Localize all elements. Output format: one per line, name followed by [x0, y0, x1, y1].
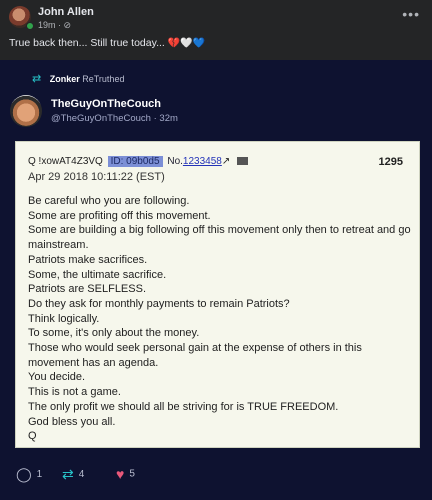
retruth-count: 4 — [78, 469, 85, 481]
q-post-body: Be careful who you are following. Some a… — [28, 194, 413, 444]
q-line: Some are building a big following off th… — [28, 224, 411, 252]
white-heart-emoji: 🤍 — [180, 38, 193, 49]
q-line: To some, it's only about the money. — [28, 327, 200, 340]
reply-count: 1 — [36, 469, 43, 481]
q-poster: Q !xowAT4Z3VQ — [28, 156, 103, 167]
q-post-number-link[interactable]: 1233458 — [183, 156, 222, 167]
retruth-label: ReTruthed — [82, 74, 125, 84]
post-time[interactable]: 19m — [38, 20, 56, 30]
retruth-user[interactable]: Zonker — [50, 74, 80, 84]
like-count: 5 — [129, 468, 135, 480]
q-line: Patriots are SELFLESS. — [28, 283, 146, 296]
online-status-icon — [26, 22, 34, 30]
q-line: Think logically. — [28, 312, 100, 325]
q-line: Patriots make sacrifices. — [28, 253, 148, 266]
post-text: True back then... Still true today... 💔🤍… — [9, 37, 205, 49]
author-display-name[interactable]: TheGuyOnTheCouch — [51, 98, 161, 110]
q-no-label: No. — [167, 156, 183, 167]
retruth-icon: ⇄ — [32, 73, 42, 85]
poster-name[interactable]: John Allen — [38, 6, 94, 18]
q-line: Those who would seek personal gain at th… — [28, 342, 362, 369]
retruth-count-icon: ⇄ — [62, 466, 74, 482]
q-line: Q — [28, 430, 37, 443]
globe-icon: ⊘ — [63, 20, 72, 30]
broken-heart-emoji: 💔 — [167, 38, 181, 49]
like-button[interactable]: ♥ 5 — [116, 466, 135, 482]
q-line: Some, the ultimate sacrifice. — [28, 268, 167, 281]
q-post-card: Q !xowAT4Z3VQ ID: 09b0d5 No.1233458↗ 129… — [15, 141, 420, 448]
q-line: Do they ask for monthly payments to rema… — [28, 297, 290, 310]
blue-heart-emoji: 💙 — [192, 38, 206, 49]
retruth-banner: ⇄ Zonker ReTruthed — [32, 72, 124, 85]
q-line: You decide. — [28, 371, 86, 384]
post-header: John Allen 19m · ⊘ ••• True back then...… — [0, 0, 432, 60]
post-meta: 19m · ⊘ — [38, 20, 71, 31]
q-line: Be careful who you are following. — [28, 195, 190, 207]
facebook-post: John Allen 19m · ⊘ ••• True back then...… — [0, 0, 432, 500]
separator-dot: · — [58, 20, 62, 30]
author-avatar[interactable] — [10, 95, 42, 127]
author-handle[interactable]: @TheGuyOnTheCouch — [51, 113, 151, 124]
reply-button[interactable]: ◯ 1 — [16, 466, 42, 483]
author-handle-line: @TheGuyOnTheCouch · 32m — [51, 113, 178, 124]
q-post-header: Q !xowAT4Z3VQ ID: 09b0d5 No.1233458↗ — [28, 156, 249, 167]
q-line: The only profit we should all be strivin… — [28, 400, 339, 413]
q-line: Some are profiting off this movement. — [28, 209, 211, 222]
reply-icon: ◯ — [16, 466, 32, 482]
external-link-icon[interactable]: ↗ — [222, 156, 230, 167]
more-options-icon[interactable]: ••• — [402, 6, 420, 22]
folder-icon — [237, 157, 249, 166]
q-line: This is not a game. — [28, 386, 121, 399]
retruth-button[interactable]: ⇄ 4 — [62, 466, 84, 483]
heart-icon: ♥ — [116, 466, 125, 482]
post-caption: True back then... Still true today... — [9, 37, 165, 49]
q-id-badge: ID: 09b0d5 — [107, 156, 163, 167]
q-line: God bless you all. — [28, 415, 116, 428]
author-post-age: 32m — [159, 113, 178, 124]
truth-action-bar: ◯ 1 ⇄ 4 ♥ 5 — [0, 462, 432, 492]
q-post-date: Apr 29 2018 10:11:22 (EST) — [28, 171, 165, 183]
q-drop-number: 1295 — [378, 156, 403, 168]
